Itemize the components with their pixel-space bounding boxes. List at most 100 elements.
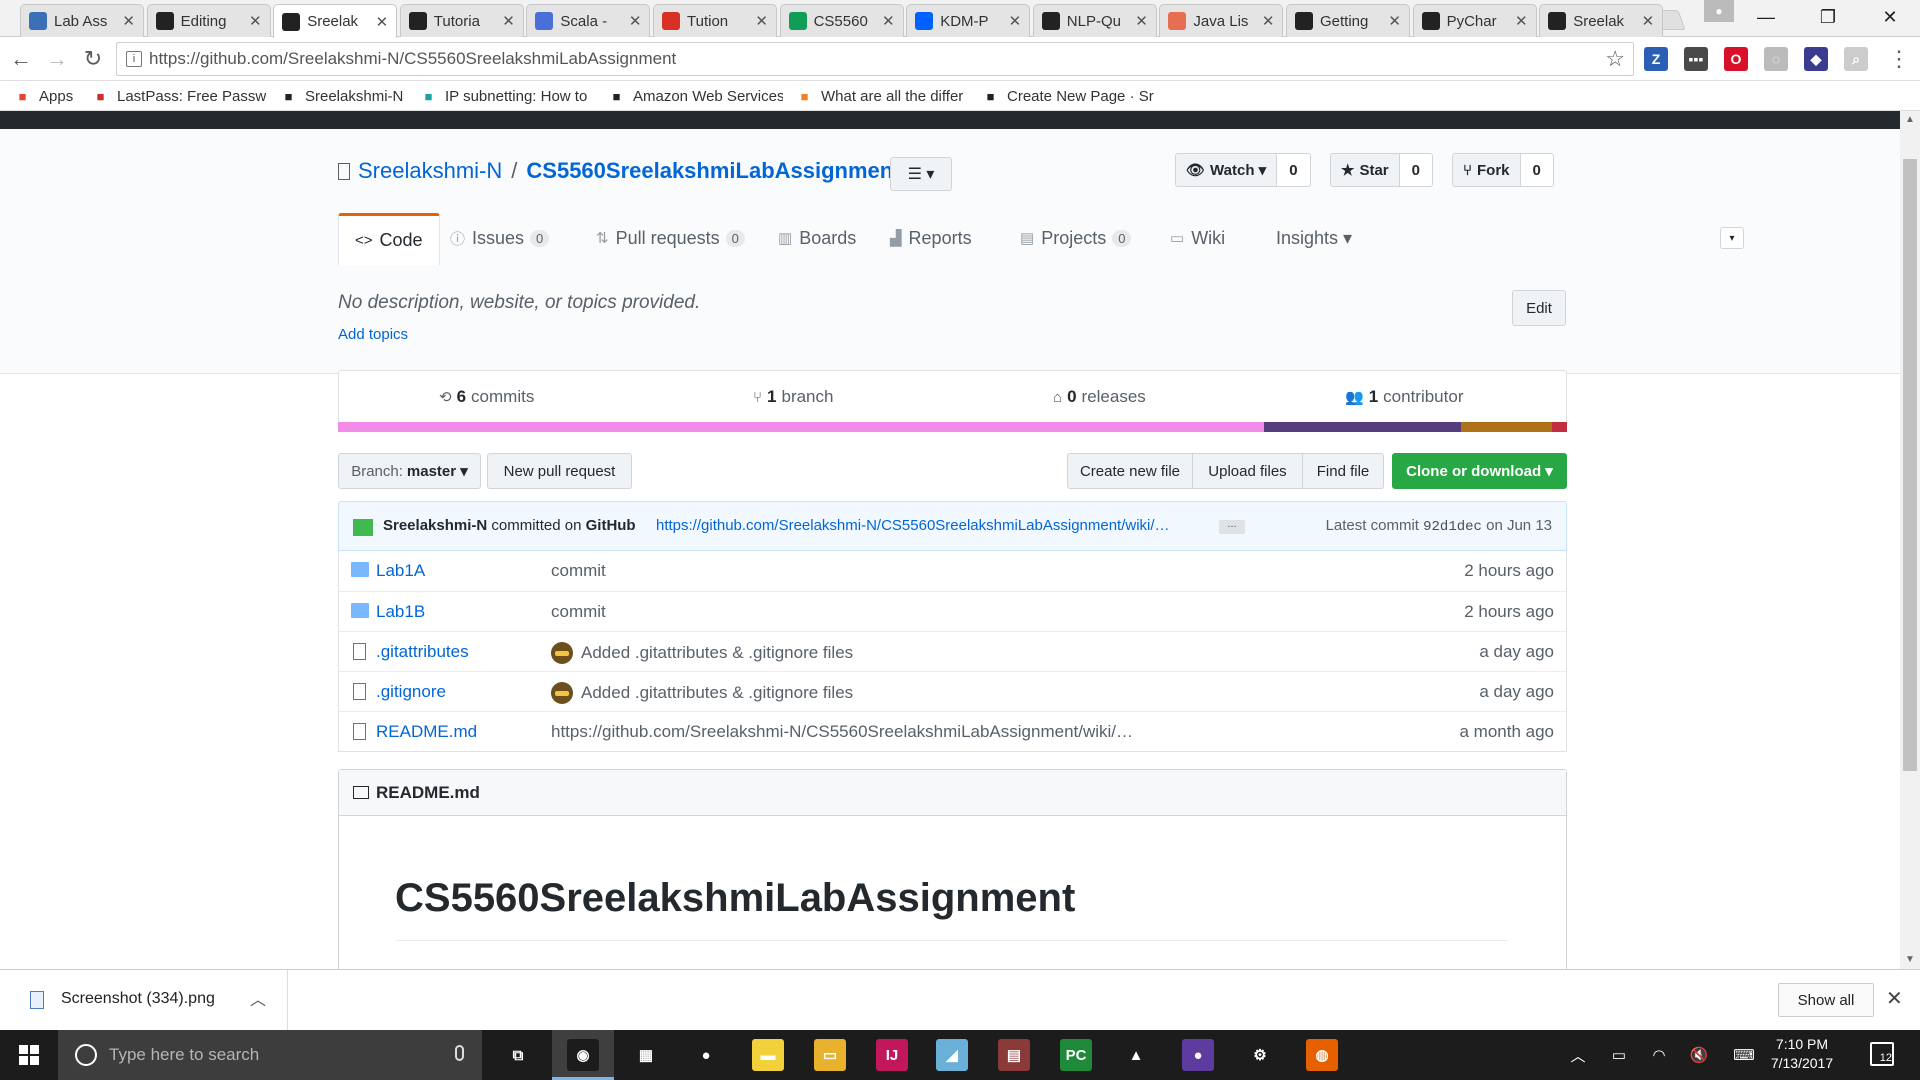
tab-boards[interactable]: ▥ Boards [762, 213, 872, 263]
tab-close-icon[interactable]: ✕ [249, 12, 262, 30]
file-name-link[interactable]: .gitignore [376, 682, 446, 702]
microphone-icon[interactable] [455, 1045, 464, 1061]
browser-tab[interactable]: Scala - ✕ [526, 4, 651, 37]
reload-icon[interactable]: ↻ [80, 46, 106, 72]
volume-icon[interactable]: 🔇 [1685, 1030, 1713, 1080]
bookmark-item[interactable]: ■ Apps [14, 85, 84, 107]
repo-menu-button[interactable]: ☰ ▾ [890, 157, 952, 191]
close-window-icon[interactable]: ✕ [1862, 0, 1918, 34]
repo-name-link[interactable]: CS5560SreelakshmiLabAssignment [526, 158, 900, 184]
extension-icon[interactable]: ⌕ [1844, 47, 1868, 71]
bookmark-item[interactable]: ■ LastPass: Free Passwo [92, 85, 267, 107]
language-segment[interactable] [338, 422, 1264, 432]
bookmark-star-icon[interactable]: ☆ [1605, 46, 1625, 72]
upload-files-button[interactable]: Upload files [1192, 453, 1303, 489]
profile-icon[interactable]: ● [1704, 0, 1734, 22]
language-bar[interactable] [338, 422, 1567, 432]
commit-sha-link[interactable]: 92d1dec [1423, 519, 1482, 535]
keyboard-icon[interactable]: ⌨ [1727, 1030, 1761, 1080]
star-button[interactable]: ★ Star 0 [1330, 153, 1433, 187]
tab-close-icon[interactable]: ✕ [122, 12, 135, 30]
browser-tab[interactable]: Sreelak ✕ [1539, 4, 1664, 37]
photos-icon[interactable]: ▲ [1120, 1039, 1152, 1071]
clock[interactable]: 7:10 PM 7/13/2017 [1766, 1035, 1838, 1073]
watch-count[interactable]: 0 [1277, 154, 1309, 186]
minimize-icon[interactable]: — [1738, 0, 1794, 34]
author-avatar-icon[interactable] [551, 682, 573, 704]
contributors-link[interactable]: 👥 1 contributor [1345, 371, 1463, 423]
commit-message-link[interactable]: https://github.com/Sreelakshmi-N/CS5560S… [656, 517, 1206, 534]
edit-description-button[interactable]: Edit [1512, 290, 1566, 326]
bookmark-item[interactable]: ■ Amazon Web Services [608, 85, 783, 107]
show-all-button[interactable]: Show all [1778, 983, 1874, 1017]
tray-expand-icon[interactable]: ︿ [1568, 1030, 1588, 1080]
chrome-icon[interactable]: ◉ [567, 1039, 599, 1071]
tab-close-icon[interactable]: ✕ [629, 12, 642, 30]
create-new-file-button[interactable]: Create new file [1067, 453, 1193, 489]
bookmark-item[interactable]: ■ Sreelakshmi-N [280, 85, 405, 107]
pycharm-icon[interactable]: PC [1060, 1039, 1092, 1071]
forward-icon[interactable]: → [44, 46, 70, 72]
winrar-icon[interactable]: ▤ [998, 1039, 1030, 1071]
fork-button[interactable]: ⑂ Fork 0 [1452, 153, 1554, 187]
bookmark-item[interactable]: ■ IP subnetting: How to [420, 85, 595, 107]
restore-icon[interactable]: ❐ [1800, 0, 1856, 34]
firefox-icon[interactable]: ◍ [1306, 1039, 1338, 1071]
download-filename[interactable]: Screenshot (334).png [61, 990, 215, 1008]
browser-tab[interactable]: NLP-Qu ✕ [1032, 4, 1157, 37]
sticky-notes-icon[interactable]: ▬ [752, 1039, 784, 1071]
browser-tab[interactable]: Editing ✕ [146, 4, 271, 37]
tab-close-icon[interactable]: ✕ [376, 13, 389, 31]
file-name-link[interactable]: Lab1B [376, 602, 425, 622]
browser-tab[interactable]: Getting ✕ [1286, 4, 1410, 37]
commit-author[interactable]: Sreelakshmi-N [383, 517, 487, 534]
branches-link[interactable]: ⑂ 1 branch [753, 371, 833, 423]
intellij-icon[interactable]: IJ [876, 1039, 908, 1071]
tab-close-icon[interactable]: ✕ [1388, 12, 1401, 30]
language-segment[interactable] [1551, 422, 1567, 432]
eclipse-icon[interactable]: ● [690, 1039, 722, 1071]
file-name-link[interactable]: README.md [376, 722, 477, 742]
scroll-down-icon[interactable]: ▼ [1900, 951, 1920, 969]
browser-tab[interactable]: KDM-P ✕ [906, 4, 1031, 37]
scroll-thumb[interactable] [1903, 159, 1917, 771]
tab-close-icon[interactable]: ✕ [755, 12, 768, 30]
tab-reports[interactable]: ▟ Reports [874, 213, 988, 263]
star-count[interactable]: 0 [1400, 154, 1432, 186]
releases-link[interactable]: ⌂ 0 releases [1053, 371, 1146, 423]
opera-icon[interactable]: O [1724, 47, 1748, 71]
scroll-up-icon[interactable]: ▲ [1900, 111, 1920, 129]
action-center-icon[interactable]: 12 [1870, 1042, 1894, 1066]
download-item[interactable]: Screenshot (334).png ︿ [0, 970, 288, 1030]
file-explorer-icon[interactable]: ▭ [814, 1039, 846, 1071]
store-icon[interactable]: ▦ [630, 1039, 662, 1071]
battery-icon[interactable]: ▭ [1605, 1030, 1633, 1080]
start-button[interactable] [0, 1030, 58, 1080]
commit-message-link[interactable]: commit [551, 561, 1191, 581]
tab-pull-requests[interactable]: ⇅ Pull requests 0 [580, 213, 761, 263]
browser-tab[interactable]: PyChar ✕ [1412, 4, 1537, 37]
language-segment[interactable] [1263, 422, 1461, 432]
browser-tab[interactable]: Java Lis ✕ [1159, 4, 1284, 37]
tab-insights[interactable]: Insights ▾ [1260, 213, 1368, 263]
extension-icon[interactable]: ◌ [1764, 47, 1788, 71]
commit-message-link[interactable]: Added .gitattributes & .gitignore files [551, 642, 1191, 664]
browser-tab[interactable]: CS5560 ✕ [779, 4, 904, 37]
taskbar-search[interactable]: Type here to search [58, 1030, 482, 1080]
extension-icon[interactable]: ◆ [1804, 47, 1828, 71]
browser-tab[interactable]: Tutoria ✕ [399, 4, 524, 37]
tab-close-icon[interactable]: ✕ [1009, 12, 1022, 30]
watch-button[interactable]: 👁 Watch ▾ 0 [1175, 153, 1311, 187]
bookmark-item[interactable]: ■ What are all the differ [796, 85, 966, 107]
chrome-menu-icon[interactable]: ⋮ [1886, 46, 1912, 72]
commit-message-link[interactable]: commit [551, 602, 1191, 622]
tab-close-icon[interactable]: ✕ [1515, 12, 1528, 30]
file-name-link[interactable]: Lab1A [376, 561, 425, 581]
github-desktop-icon[interactable]: ● [1182, 1039, 1214, 1071]
browser-tab[interactable]: Lab Ass ✕ [20, 4, 144, 37]
author-avatar-icon[interactable] [551, 642, 573, 664]
commit-message-link[interactable]: https://github.com/Sreelakshmi-N/CS5560S… [551, 722, 1191, 742]
commits-link[interactable]: ⟲ 6 commits [439, 371, 534, 423]
nav-more-button[interactable]: ▾ [1720, 227, 1744, 249]
tab-wiki[interactable]: ▭ Wiki [1154, 213, 1241, 263]
